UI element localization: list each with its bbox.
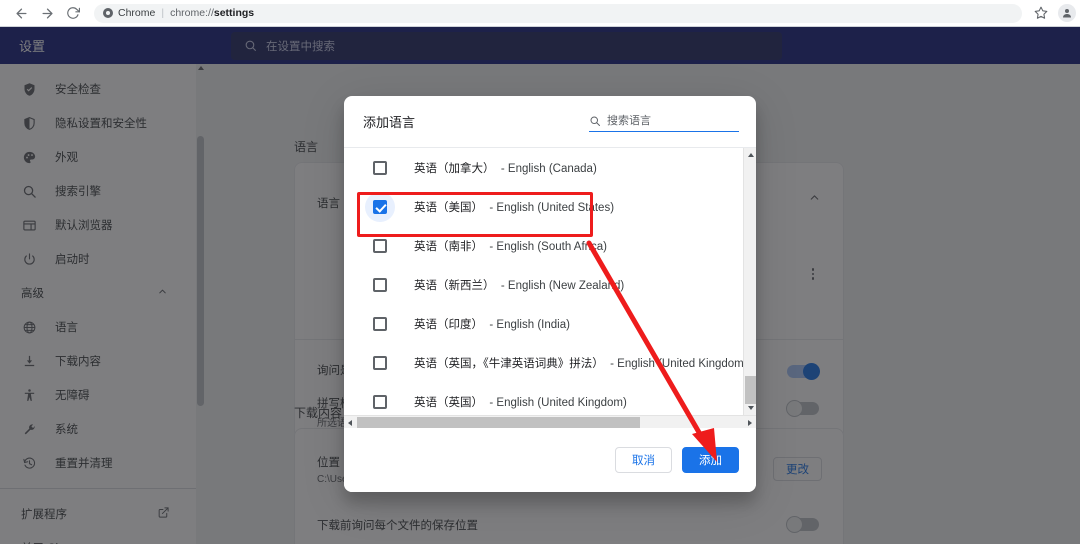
add-language-dialog: 添加语言 搜索语言 英语（加拿大） - English (Canada) 英语（… [344,96,756,492]
list-item[interactable]: 英语（新西兰） - English (New Zealand) [344,265,743,304]
list-item[interactable]: 英语（南非） - English (South Africa) [344,226,743,265]
list-vertical-scrollbar[interactable] [743,148,756,415]
address-bar[interactable]: Chrome | chrome://settings [94,3,1022,23]
language-checkbox[interactable] [373,316,387,331]
vertical-scrollbar-thumb[interactable] [745,376,756,404]
language-label: 英语（印度） - English (India) [414,318,570,331]
checkbox-wrapper[interactable] [365,309,395,339]
scroll-down-arrow-icon[interactable] [747,406,754,410]
language-label: 英语（南非） - English (South Africa) [414,240,607,253]
language-search-placeholder: 搜索语言 [607,114,651,127]
language-checkbox[interactable] [373,238,387,253]
checkbox-wrapper[interactable] [365,387,395,417]
list-item[interactable]: 英语（印度） - English (India) [344,304,743,343]
checkbox-wrapper[interactable] [365,231,395,261]
list-item-selected[interactable]: 英语（美国） - English (United States) [344,187,743,226]
language-checkbox[interactable] [373,394,387,409]
horizontal-scrollbar-thumb[interactable] [357,417,640,428]
list-item[interactable]: 英语（英国，《牛津英语词典》拼法） - English (United King… [344,343,756,382]
reload-icon[interactable] [60,0,86,26]
language-search-input[interactable]: 搜索语言 [589,112,739,132]
language-label: 英语（英国） - English (United Kingdom) [414,396,627,409]
forward-arrow-icon[interactable] [34,0,60,26]
scroll-right-arrow-icon[interactable] [748,419,752,426]
chrome-site-icon [103,8,113,18]
browser-toolbar: Chrome | chrome://settings [0,0,1080,27]
scroll-up-arrow-icon[interactable] [747,153,754,157]
language-checkbox[interactable] [373,355,387,370]
language-checkbox[interactable] [373,160,387,175]
site-label: Chrome [118,7,156,19]
checkbox-wrapper[interactable] [365,153,395,183]
checkbox-wrapper[interactable] [365,191,395,222]
checkbox-wrapper[interactable] [365,348,395,378]
address-bar-url: chrome://settings [170,7,255,19]
back-arrow-icon[interactable] [8,0,34,26]
language-rows: 英语（加拿大） - English (Canada) 英语（美国） - Engl… [344,148,756,417]
screen: Chrome | chrome://settings 设置 在设置中搜索 [0,0,1080,544]
language-list: 英语（加拿大） - English (Canada) 英语（美国） - Engl… [344,148,756,428]
language-label: 英语（加拿大） - English (Canada) [414,162,597,175]
checkbox-wrapper[interactable] [365,270,395,300]
search-icon [590,116,600,126]
dialog-title: 添加语言 [363,115,416,130]
omnibox-separator: | [161,7,165,19]
list-horizontal-scrollbar[interactable] [344,415,756,428]
dialog-footer: 取消 添加 [344,428,756,492]
dialog-header: 添加语言 搜索语言 [344,96,756,148]
language-label: 英语（新西兰） - English (New Zealand) [414,279,625,292]
language-checkbox[interactable] [373,277,387,292]
language-label: 英语（美国） - English (United States) [414,201,615,214]
avatar [1058,4,1076,22]
star-icon[interactable] [1028,0,1054,26]
language-checkbox[interactable] [373,199,387,214]
profile-avatar-icon[interactable] [1054,0,1080,26]
scroll-left-arrow-icon[interactable] [348,419,352,426]
add-button[interactable]: 添加 [682,447,739,473]
list-item[interactable]: 英语（加拿大） - English (Canada) [344,148,743,187]
language-label: 英语（英国，《牛津英语词典》拼法） - English (United King… [414,357,756,370]
cancel-button[interactable]: 取消 [615,447,672,473]
